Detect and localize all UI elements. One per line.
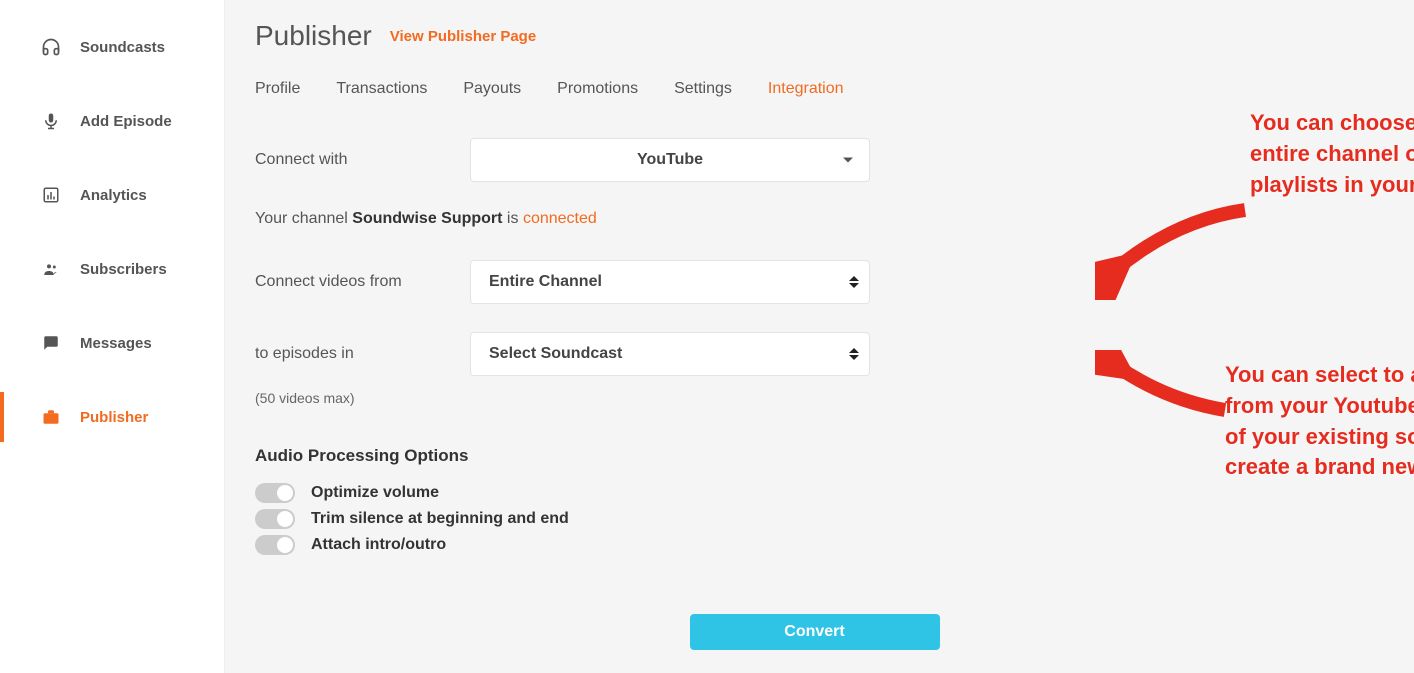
connection-status: Your channel Soundwise Support is connec… — [255, 210, 1374, 228]
sidebar-item-label: Publisher — [80, 409, 148, 426]
channel-name: Soundwise Support — [352, 210, 502, 227]
option-label: Optimize volume — [311, 484, 439, 502]
tab-bar: Profile Transactions Payouts Promotions … — [255, 80, 1374, 98]
option-label: Trim silence at beginning and end — [311, 510, 569, 528]
sidebar-item-soundcasts[interactable]: Soundcasts — [0, 10, 224, 84]
mic-icon — [40, 110, 62, 132]
message-icon — [40, 332, 62, 354]
toggle-optimize-volume[interactable] — [255, 483, 295, 503]
connected-status: connected — [523, 210, 597, 227]
sidebar-item-analytics[interactable]: Analytics — [0, 158, 224, 232]
videos-max-hint: (50 videos max) — [255, 390, 1374, 406]
tab-profile[interactable]: Profile — [255, 80, 300, 98]
sidebar-item-publisher[interactable]: Publisher — [0, 380, 224, 454]
option-label: Attach intro/outro — [311, 536, 446, 554]
episodes-in-dropdown[interactable]: Select Soundcast — [470, 332, 870, 376]
tab-payouts[interactable]: Payouts — [463, 80, 521, 98]
tab-settings[interactable]: Settings — [674, 80, 732, 98]
sidebar-item-label: Soundcasts — [80, 39, 165, 56]
sort-icon — [849, 276, 859, 288]
episodes-in-row: to episodes in Select Soundcast — [255, 332, 1374, 376]
tab-integration[interactable]: Integration — [768, 80, 844, 98]
toggle-trim-silence[interactable] — [255, 509, 295, 529]
chart-icon — [40, 184, 62, 206]
option-attach-intro: Attach intro/outro — [255, 532, 1374, 558]
tab-transactions[interactable]: Transactions — [336, 80, 427, 98]
videos-from-label: Connect videos from — [255, 273, 470, 291]
sidebar-item-add-episode[interactable]: Add Episode — [0, 84, 224, 158]
briefcase-icon — [40, 406, 62, 428]
sidebar-item-label: Messages — [80, 335, 152, 352]
sidebar-item-label: Subscribers — [80, 261, 167, 278]
option-optimize-volume: Optimize volume — [255, 480, 1374, 506]
view-publisher-link[interactable]: View Publisher Page — [390, 28, 536, 45]
annotation-select-soundcast: You can select to add the content from y… — [1225, 360, 1414, 483]
sort-icon — [849, 348, 859, 360]
connect-with-row: Connect with YouTube — [255, 138, 1374, 182]
convert-button[interactable]: Convert — [690, 614, 940, 650]
option-trim-silence: Trim silence at beginning and end — [255, 506, 1374, 532]
sidebar-item-label: Analytics — [80, 187, 147, 204]
videos-from-dropdown[interactable]: Entire Channel — [470, 260, 870, 304]
page-header: Publisher View Publisher Page — [255, 20, 1374, 52]
page-title: Publisher — [255, 20, 372, 52]
episodes-in-value: Select Soundcast — [489, 345, 622, 363]
connect-with-dropdown[interactable]: YouTube — [470, 138, 870, 182]
connect-with-value: YouTube — [637, 151, 703, 169]
connect-with-label: Connect with — [255, 151, 470, 169]
sidebar: Soundcasts Add Episode Analytics Subscri… — [0, 0, 225, 673]
toggle-attach-intro[interactable] — [255, 535, 295, 555]
sidebar-item-subscribers[interactable]: Subscribers — [0, 232, 224, 306]
episodes-in-label: to episodes in — [255, 345, 470, 363]
tab-promotions[interactable]: Promotions — [557, 80, 638, 98]
main-content: Publisher View Publisher Page Profile Tr… — [225, 0, 1414, 673]
videos-from-value: Entire Channel — [489, 273, 602, 291]
people-icon — [40, 258, 62, 280]
annotation-channel-or-playlist: You can choose to convert the entire cha… — [1250, 108, 1414, 200]
headphones-icon — [40, 36, 62, 58]
chevron-down-icon — [843, 158, 853, 163]
videos-from-row: Connect videos from Entire Channel — [255, 260, 1374, 304]
sidebar-item-label: Add Episode — [80, 113, 172, 130]
sidebar-item-messages[interactable]: Messages — [0, 306, 224, 380]
audio-options-title: Audio Processing Options — [255, 446, 1374, 466]
